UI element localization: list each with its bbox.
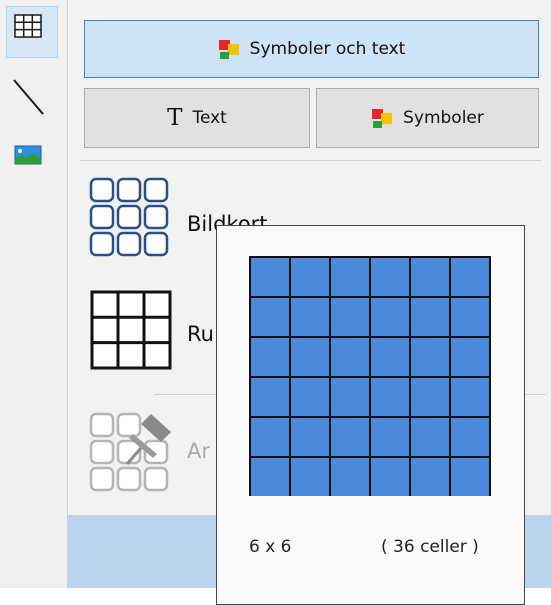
picture-cards-icon[interactable] bbox=[89, 177, 175, 267]
anpassa-label: Ar bbox=[187, 439, 210, 463]
side-toolbar bbox=[0, 0, 67, 588]
grid-cell[interactable] bbox=[449, 376, 491, 418]
grid-cell[interactable] bbox=[249, 256, 291, 298]
text-t-icon: T bbox=[167, 105, 183, 131]
rutnat-label[interactable]: Ru bbox=[187, 322, 214, 346]
grid-size-popup: 6 x 6 ( 36 celler ) bbox=[216, 225, 525, 605]
grid-cell[interactable] bbox=[409, 416, 451, 458]
grid-cell[interactable] bbox=[329, 336, 371, 378]
grid-dimensions-label: 6 x 6 bbox=[249, 537, 292, 557]
grid-cell[interactable] bbox=[289, 336, 331, 378]
grid-cell[interactable] bbox=[369, 256, 411, 298]
grid-cell[interactable] bbox=[369, 336, 411, 378]
grid-cell[interactable] bbox=[289, 376, 331, 418]
pinned-cards-icon bbox=[89, 412, 171, 492]
grid-size-preview[interactable] bbox=[249, 256, 491, 496]
grid-cell[interactable] bbox=[449, 256, 491, 298]
grid-cell[interactable] bbox=[289, 296, 331, 338]
grid-cell[interactable] bbox=[369, 456, 411, 496]
grid-cell[interactable] bbox=[249, 296, 291, 338]
grid-cell[interactable] bbox=[409, 336, 451, 378]
grid-cell[interactable] bbox=[289, 456, 331, 496]
grid-cell[interactable] bbox=[449, 296, 491, 338]
grid-cell[interactable] bbox=[449, 336, 491, 378]
grid-cell[interactable] bbox=[329, 376, 371, 418]
symbols-button-label: Symboler bbox=[403, 108, 484, 128]
table-grid-icon bbox=[14, 14, 42, 38]
grid-cell[interactable] bbox=[329, 456, 371, 496]
grid-cell[interactable] bbox=[249, 376, 291, 418]
grid-cell[interactable] bbox=[329, 256, 371, 298]
grid-table-icon[interactable] bbox=[90, 290, 174, 372]
grid-cell[interactable] bbox=[409, 456, 451, 496]
grid-cell[interactable] bbox=[289, 416, 331, 458]
grid-cell[interactable] bbox=[329, 296, 371, 338]
grid-cell[interactable] bbox=[409, 256, 451, 298]
text-button-label: Text bbox=[192, 108, 227, 128]
grid-cell[interactable] bbox=[249, 336, 291, 378]
grid-cell[interactable] bbox=[249, 416, 291, 458]
table-tool-button[interactable] bbox=[6, 6, 58, 58]
grid-cell[interactable] bbox=[369, 296, 411, 338]
symbols-icon bbox=[218, 40, 239, 59]
symbols-icon bbox=[372, 109, 393, 128]
diagonal-line-icon bbox=[13, 79, 44, 115]
symbols-and-text-button[interactable]: Symboler och text bbox=[84, 20, 539, 78]
text-button[interactable]: T Text bbox=[84, 88, 310, 148]
line-tool-button[interactable] bbox=[6, 78, 58, 130]
grid-cell[interactable] bbox=[369, 376, 411, 418]
grid-cell[interactable] bbox=[409, 376, 451, 418]
grid-cell[interactable] bbox=[289, 256, 331, 298]
landscape-image-icon bbox=[14, 145, 42, 165]
grid-cell[interactable] bbox=[449, 456, 491, 496]
symbols-button[interactable]: Symboler bbox=[316, 88, 539, 148]
grid-cell[interactable] bbox=[369, 416, 411, 458]
grid-cell-count-label: ( 36 celler ) bbox=[381, 537, 479, 557]
divider bbox=[80, 160, 541, 161]
grid-cell[interactable] bbox=[249, 456, 291, 496]
grid-cell[interactable] bbox=[409, 296, 451, 338]
grid-cell[interactable] bbox=[449, 416, 491, 458]
symbols-and-text-label: Symboler och text bbox=[249, 39, 406, 59]
grid-cell[interactable] bbox=[329, 416, 371, 458]
image-tool-button[interactable] bbox=[6, 136, 58, 188]
